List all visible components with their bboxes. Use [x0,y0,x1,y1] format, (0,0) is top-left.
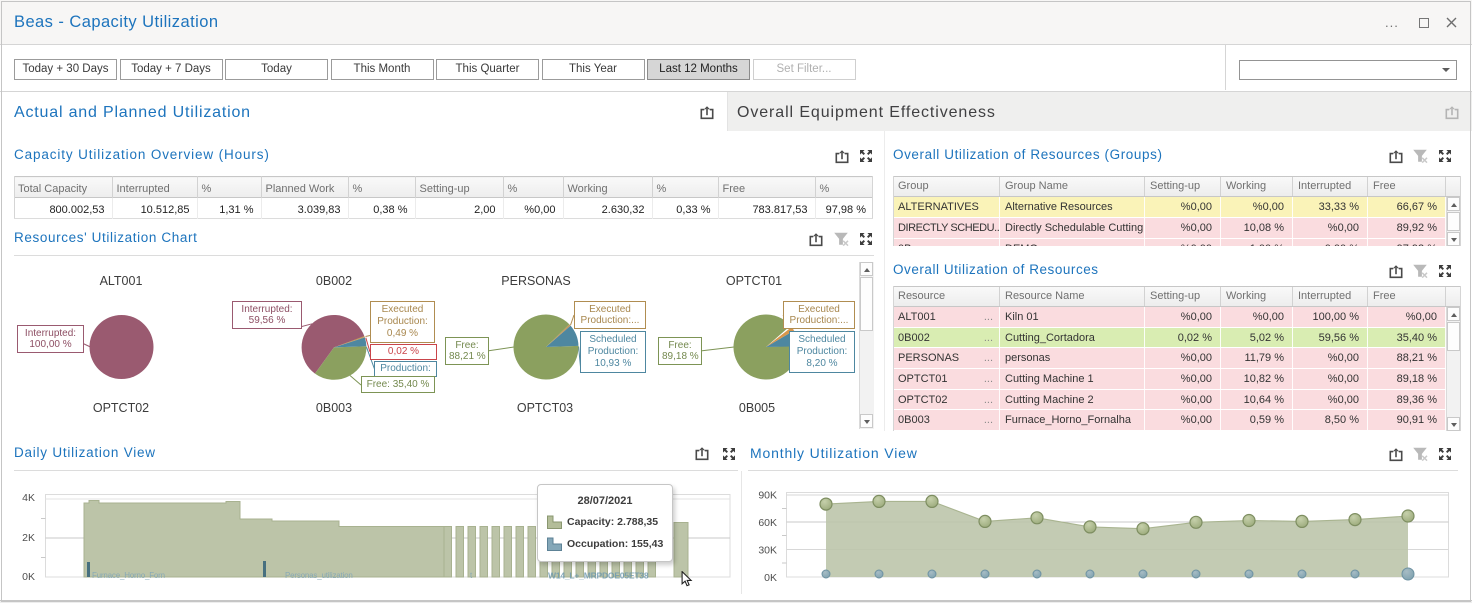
svg-text:60K: 60K [758,517,777,529]
svg-text:90K: 90K [758,490,777,502]
svg-text:0K: 0K [764,572,777,584]
svg-text:0K: 0K [22,571,35,583]
svg-text:2K: 2K [22,532,35,544]
svg-text:Personas_utilization: Personas_utilization [285,571,353,580]
svg-text:30K: 30K [758,545,777,557]
svg-text:4K: 4K [22,492,35,504]
svg-text:W14_L+_MRPDOE05ET38: W14_L+_MRPDOE05ET38 [548,571,649,581]
svg-text:Furnace_Horno_Forn: Furnace_Horno_Forn [92,571,165,580]
